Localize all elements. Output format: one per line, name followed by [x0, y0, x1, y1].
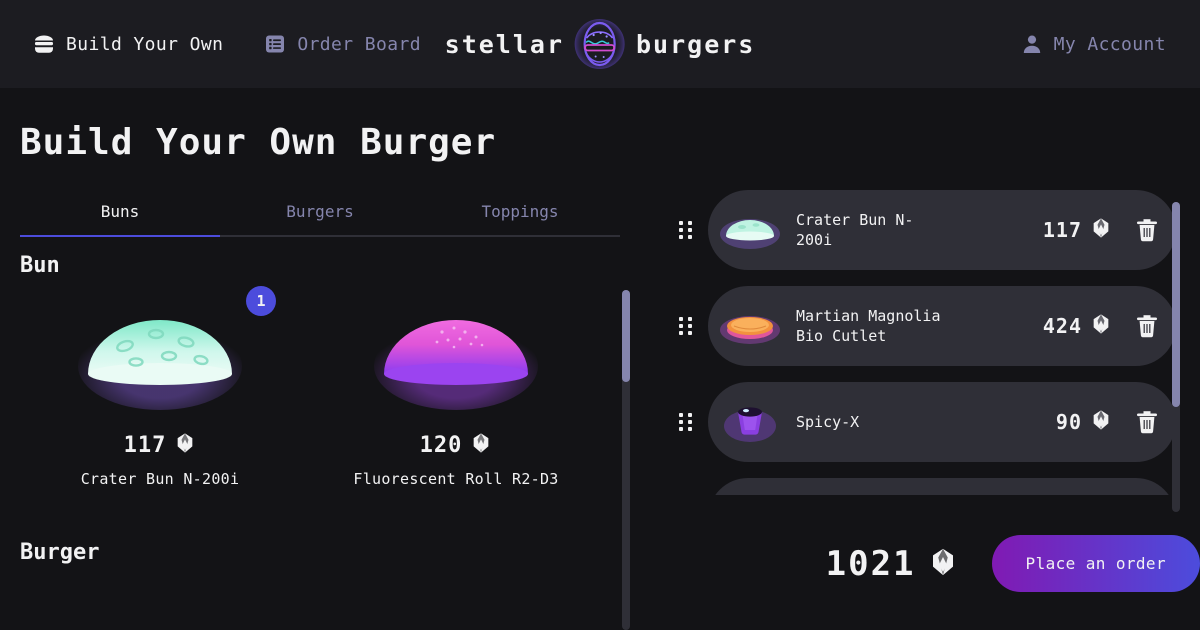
nav-label-build-your-own: Build Your Own: [66, 33, 224, 55]
constructor-thumb-mint-dome: [718, 203, 782, 257]
ingredient-price-value: 117: [123, 432, 167, 458]
constructor-item-name: Martian Magnolia Bio Cutlet: [796, 306, 941, 345]
order-total-value: 1021: [825, 543, 916, 584]
place-order-button[interactable]: Place an order: [991, 535, 1200, 592]
gem-icon: [1090, 217, 1112, 243]
ingredient-name: Fluorescent Roll R2-D3: [353, 470, 559, 488]
app-header: Build Your Own Order Board stellar burge…: [0, 0, 1200, 88]
constructor-price-value: 90: [1055, 410, 1082, 434]
tab-burgers[interactable]: Burgers: [220, 190, 420, 237]
drag-handle-icon[interactable]: [676, 313, 698, 339]
nav-item-order-board[interactable]: Order Board: [251, 22, 433, 66]
ingredient-tabs: Buns Burgers Toppings: [20, 190, 620, 237]
list-icon: [263, 32, 287, 56]
ingredient-card-fluorescent-roll[interactable]: 120 Fluorescent Roll R2-D3: [320, 282, 592, 488]
constructor-item-price: 117: [1043, 217, 1112, 243]
ingredient-price: 120: [320, 432, 592, 458]
drag-handle-icon[interactable]: [676, 217, 698, 243]
logo-text-stellar: stellar: [444, 29, 564, 59]
ingredient-card-grid: 1 117 Crater Bun N-200i 120 Fluorescent …: [20, 282, 640, 488]
constructor-row[interactable]: Martian Magnolia Bio Cutlet 424: [676, 286, 1176, 366]
ingredients-scrollbar-thumb[interactable]: [622, 290, 630, 382]
gem-icon: [928, 547, 958, 581]
trash-icon[interactable]: [1134, 216, 1160, 244]
person-icon: [1020, 32, 1044, 56]
constructor-row-card: [708, 478, 1176, 495]
ingredient-price-value: 120: [419, 432, 463, 458]
constructor-row-card: Martian Magnolia Bio Cutlet 424: [708, 286, 1176, 366]
constructor-row-card: Crater Bun N-200i 117: [708, 190, 1176, 270]
constructor-row-partial[interactable]: [676, 478, 1176, 495]
burger-constructor: Crater Bun N-200i 117 Martian Magnolia B…: [676, 190, 1200, 630]
constructor-row[interactable]: Crater Bun N-200i 117: [676, 190, 1176, 270]
constructor-price-value: 117: [1042, 218, 1082, 242]
ingredients-panel: Buns Burgers Toppings Bun 1 117 Crater B…: [0, 190, 640, 630]
ingredient-counter-badge: 1: [246, 286, 276, 316]
nav-item-my-account[interactable]: My Account: [1020, 32, 1180, 56]
burger-icon: [32, 32, 56, 56]
section-title-burger: Burger: [20, 540, 100, 565]
ingredients-scroll-area[interactable]: Bun 1 117 Crater Bun N-200i 120 Fluoresc…: [0, 237, 640, 622]
order-summary-bar: 1021 Place an order: [676, 535, 1200, 592]
main-nav: Build Your Own Order Board: [20, 22, 433, 66]
gem-icon: [1090, 409, 1112, 435]
logo-text-burgers: burgers: [636, 29, 756, 59]
constructor-thumb-orange-patty: [718, 299, 782, 353]
tab-buns[interactable]: Buns: [20, 190, 220, 237]
ingredient-price: 117: [24, 432, 296, 458]
nav-item-build-your-own[interactable]: Build Your Own: [20, 22, 235, 66]
nav-label-order-board: Order Board: [297, 33, 421, 55]
gem-icon: [1090, 313, 1112, 339]
constructor-item-name: Spicy-X: [796, 412, 860, 431]
ingredient-card-crater-bun[interactable]: 1 117 Crater Bun N-200i: [24, 282, 296, 488]
constructor-price-value: 424: [1042, 314, 1082, 338]
trash-icon[interactable]: [1134, 408, 1160, 436]
order-total: 1021: [826, 544, 958, 584]
constructor-row[interactable]: Spicy-X 90: [676, 382, 1176, 462]
ingredient-name: Crater Bun N-200i: [80, 470, 240, 488]
constructor-item-price: 424: [1043, 313, 1112, 339]
constructor-item-price: 90: [1056, 409, 1112, 435]
gem-icon: [174, 432, 196, 458]
tab-toppings[interactable]: Toppings: [420, 190, 620, 237]
page-title: Build Your Own Burger: [20, 122, 497, 163]
gem-icon: [470, 432, 492, 458]
constructor-row-card: Spicy-X 90: [708, 382, 1176, 462]
nav-label-my-account: My Account: [1053, 33, 1166, 55]
drag-handle-icon[interactable]: [676, 409, 698, 435]
constructor-item-list[interactable]: Crater Bun N-200i 117 Martian Magnolia B…: [676, 190, 1176, 495]
burger-logo-icon: [574, 18, 626, 70]
section-title-bun: Bun: [20, 253, 60, 278]
brand-logo[interactable]: stellar burgers: [445, 18, 756, 70]
constructor-thumb-purple-sauce: [718, 395, 782, 449]
ingredient-image-pink-dome: [320, 298, 592, 410]
constructor-scrollbar-thumb[interactable]: [1172, 202, 1180, 407]
trash-icon[interactable]: [1134, 312, 1160, 340]
app-root: Build Your Own Order Board stellar burge…: [0, 0, 1200, 630]
constructor-item-name: Crater Bun N-200i: [796, 210, 914, 249]
